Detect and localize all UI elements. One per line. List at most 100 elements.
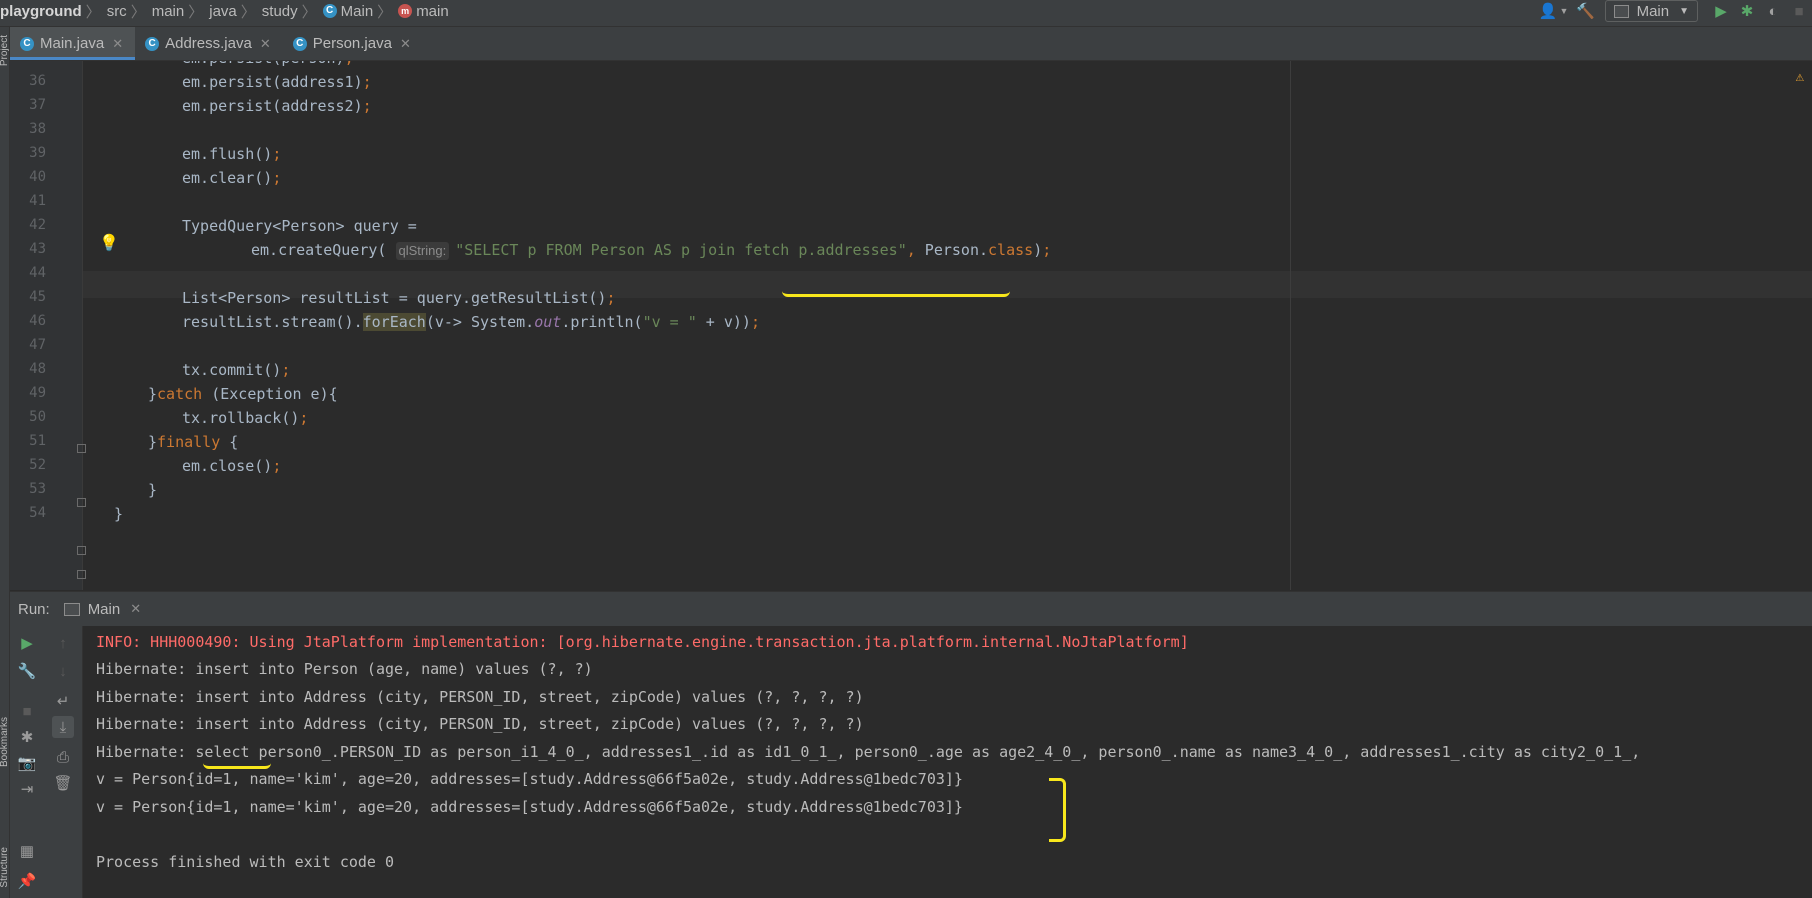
exit-icon[interactable]: ⇥ — [16, 778, 38, 800]
stop-icon[interactable]: ■ — [16, 700, 38, 722]
line-number: 42 — [29, 217, 46, 233]
breadcrumb-src[interactable]: src — [107, 3, 127, 20]
run-configuration-select[interactable]: Main ▼ — [1604, 0, 1698, 22]
class-icon: C — [292, 36, 307, 51]
user-icon[interactable]: 👤 ▼ — [1539, 0, 1569, 22]
tab-main-java[interactable]: C Main.java ✕ — [10, 27, 136, 60]
right-margin-guide — [1290, 61, 1291, 590]
code-line: em.persist(address2); — [182, 97, 372, 115]
breadcrumb-project[interactable]: playground — [0, 3, 82, 20]
tab-label: Main.java — [40, 35, 105, 52]
annotation-underline — [203, 762, 271, 769]
line-number: 41 — [29, 193, 46, 209]
fold-marker[interactable] — [77, 546, 86, 555]
code-line: tx.rollback(); — [182, 409, 309, 427]
stop-icon[interactable]: ■ — [1788, 0, 1810, 22]
code-editor[interactable]: 35 36 37 38 39 40 41 42 43 44 45 46 47 4… — [10, 61, 1812, 590]
main-toolbar: 👤 ▼ 🔨 Main ▼ ▶ ✱ ◐ ■ — [1539, 0, 1812, 22]
arrow-down-icon[interactable]: ↓ — [52, 660, 74, 682]
debug-icon[interactable]: ✱ — [16, 726, 38, 748]
console-line: INFO: HHH000490: Using JtaPlatform imple… — [96, 633, 1189, 651]
line-number: 40 — [29, 169, 46, 185]
breadcrumb-java[interactable]: java — [209, 3, 237, 20]
fold-marker[interactable] — [77, 498, 86, 507]
fold-marker[interactable] — [77, 444, 86, 453]
navigation-bar: playground 〉 src 〉 main 〉 java 〉 study 〉 C Mai… — [0, 0, 1812, 27]
scroll-to-end-icon[interactable]: ⤓ — [52, 716, 74, 738]
soft-wrap-icon[interactable]: ↵ — [52, 690, 74, 712]
line-number: 48 — [29, 361, 46, 377]
breadcrumb-main[interactable]: main — [152, 3, 185, 20]
code-line: tx.commit(); — [182, 361, 291, 379]
bookmarks-tool-label[interactable]: Bookmarks — [0, 717, 10, 767]
console-line: Hibernate: insert into Address (city, PE… — [96, 715, 864, 733]
line-number: 43 — [29, 241, 46, 257]
lightbulb-icon[interactable]: 💡 — [99, 233, 119, 252]
chevron-right-icon: 〉 — [188, 3, 204, 21]
breadcrumb-method-main[interactable]: m main — [398, 3, 449, 20]
code-line: em.persist(address1); — [182, 73, 372, 91]
breadcrumb-class-main[interactable]: C Main — [322, 2, 374, 20]
line-number: 38 — [29, 121, 46, 137]
tab-label: Address.java — [165, 35, 252, 52]
class-icon: C — [20, 36, 34, 51]
close-icon[interactable]: ✕ — [112, 36, 123, 52]
console-line: v = Person{id=1, name='kim', age=20, add… — [96, 770, 963, 788]
console-line: Hibernate: select person0_.PERSON_ID as … — [96, 743, 1641, 761]
line-number: 35 — [10, 61, 46, 65]
rerun-icon[interactable]: ▶ — [16, 632, 38, 654]
line-number: 54 — [29, 505, 46, 521]
code-line: em.flush(); — [182, 145, 282, 163]
console-line: Hibernate: insert into Person (age, name… — [96, 660, 593, 678]
run-config-icon — [63, 602, 80, 616]
annotation-underline — [782, 290, 1010, 297]
coverage-icon[interactable]: ◐ — [1762, 0, 1784, 22]
close-icon[interactable]: ✕ — [260, 36, 271, 52]
line-number: 47 — [29, 337, 46, 353]
layout-icon[interactable]: ▦ — [16, 840, 38, 862]
close-icon[interactable]: ✕ — [130, 601, 141, 617]
warning-icon[interactable]: ⚠ — [1796, 69, 1804, 85]
run-config-icon — [1613, 4, 1629, 18]
left-tool-strip: Project Bookmarks Structure — [0, 27, 10, 898]
chevron-right-icon: 〉 — [85, 3, 101, 21]
line-number-gutter[interactable]: 35 36 37 38 39 40 41 42 43 44 45 46 47 4… — [10, 61, 119, 590]
tab-person-java[interactable]: C Person.java ✕ — [283, 27, 423, 60]
build-hammer-icon[interactable]: 🔨 — [1575, 0, 1597, 22]
code-line: em.createQuery( qlString: "SELECT p FROM … — [251, 241, 1052, 260]
line-number: 45 — [29, 289, 46, 305]
method-icon: m — [398, 4, 413, 18]
arrow-up-icon[interactable]: ↑ — [52, 632, 74, 654]
run-tab-label: Main — [87, 600, 121, 618]
print-icon[interactable]: ⎙ — [52, 746, 74, 768]
run-tool-window-header: Run: Main ✕ — [10, 591, 1812, 627]
chevron-right-icon: 〉 — [377, 3, 393, 21]
wrench-icon[interactable]: 🔧 — [16, 660, 38, 682]
close-icon[interactable]: ✕ — [400, 36, 411, 52]
console-line: Process finished with exit code 0 — [96, 853, 395, 871]
project-tool-label[interactable]: Project — [0, 35, 10, 66]
breadcrumb-label: study — [261, 2, 298, 20]
class-icon: C — [322, 4, 337, 18]
trash-icon[interactable]: 🗑 — [52, 772, 74, 794]
breadcrumb-study[interactable]: study — [262, 3, 298, 20]
debug-icon[interactable]: ✱ — [1736, 0, 1758, 22]
line-number: 39 — [29, 145, 46, 161]
fold-marker[interactable] — [77, 570, 86, 579]
breadcrumb-label: playground — [0, 2, 82, 20]
tab-address-java[interactable]: C Address.java ✕ — [135, 27, 283, 60]
breadcrumb-label: src — [106, 2, 127, 20]
breadcrumb-label: main — [416, 2, 449, 20]
breadcrumb-label: Main — [340, 2, 374, 20]
run-tab-main[interactable]: Main ✕ — [63, 600, 141, 618]
run-icon[interactable]: ▶ — [1710, 0, 1732, 22]
line-number: 51 — [29, 433, 46, 449]
structure-tool-label[interactable]: Structure — [0, 847, 10, 888]
camera-icon[interactable]: 📷 — [16, 752, 38, 774]
line-number: 37 — [29, 97, 46, 113]
code-line: em.close(); — [182, 457, 282, 475]
breadcrumb-label: java — [209, 2, 237, 20]
pin-icon[interactable]: 📌 — [16, 870, 38, 892]
code-line: } — [114, 505, 124, 523]
console-output[interactable]: INFO: HHH000490: Using JtaPlatform imple… — [83, 626, 1812, 898]
